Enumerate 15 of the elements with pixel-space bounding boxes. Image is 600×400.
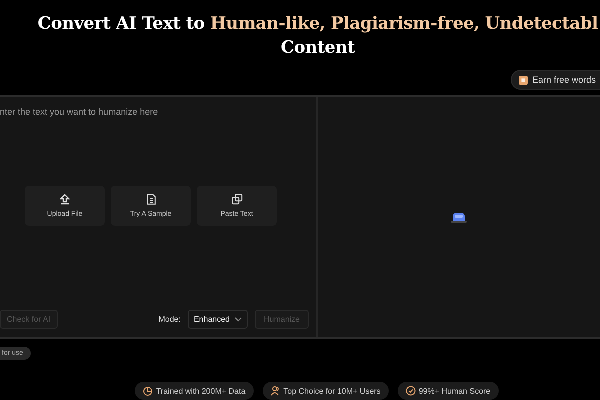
users-icon bbox=[270, 386, 281, 396]
mode-label: Mode: bbox=[158, 315, 181, 324]
earn-free-words-button[interactable]: Earn free words bbox=[511, 70, 600, 90]
document-icon bbox=[146, 194, 156, 205]
page-headline: Convert AI Text to Human-like, Plagiarism-free, Undetectabl Content bbox=[36, 13, 600, 60]
mode-dropdown[interactable]: Enhanced bbox=[188, 310, 248, 329]
chevron-down-icon bbox=[234, 317, 242, 322]
feature-badge: Top Choice for 10M+ Users bbox=[262, 382, 389, 400]
check-circle-icon bbox=[406, 386, 416, 396]
feature-badge: Trained with 200M+ Data bbox=[135, 382, 254, 400]
text-input-field[interactable]: nter the text you want to humanize here bbox=[0, 97, 316, 177]
upload-icon bbox=[60, 194, 70, 205]
feature-badge: 99%+ Human Score bbox=[398, 382, 499, 400]
pie-chart-icon bbox=[143, 386, 154, 396]
copy-icon bbox=[232, 194, 242, 205]
